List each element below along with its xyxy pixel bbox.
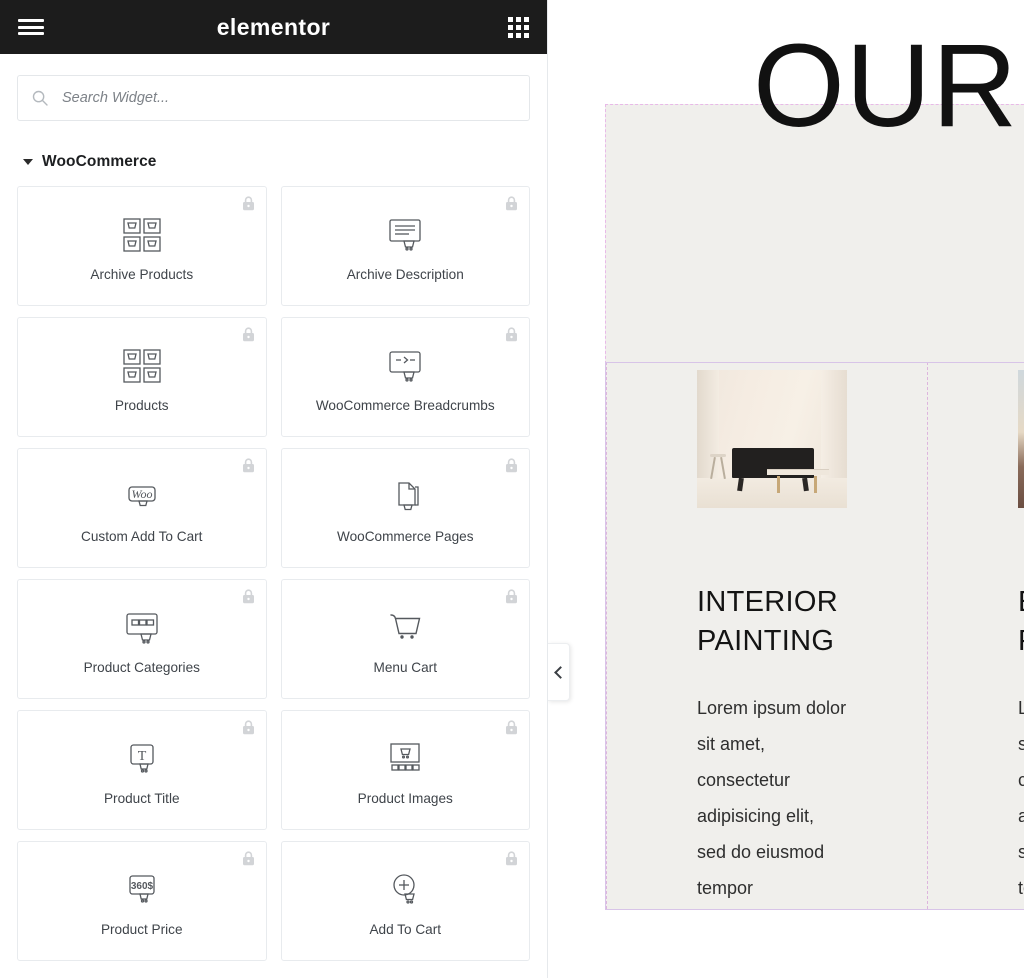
elementor-logo-text: elementor — [216, 13, 331, 40]
hamburger-menu-icon[interactable] — [18, 17, 44, 37]
widget-card-product-price[interactable]: 360$ Product Price — [17, 841, 267, 961]
lock-icon — [242, 196, 254, 211]
widget-label: Archive Description — [346, 266, 464, 282]
lock-icon — [242, 458, 254, 473]
column-paragraph: Lorem ipsum dolor sit amet, consectetur … — [697, 698, 847, 898]
price-tag-icon: 360$ — [120, 864, 164, 916]
shopping-cart-icon — [383, 602, 427, 654]
svg-text:360$: 360$ — [131, 881, 154, 892]
column-exterior-painting[interactable]: EXTERIOR PAINTING Lorem ipsum dolor sit … — [928, 362, 1024, 909]
svg-text:Woo: Woo — [131, 487, 152, 501]
widget-label: Products — [114, 397, 169, 413]
add-to-cart-icon — [383, 864, 427, 916]
breadcrumbs-icon — [383, 340, 427, 392]
widget-grid: Archive Products Archive Description Pro… — [17, 186, 530, 961]
lock-icon — [506, 196, 517, 211]
widget-label: Product Title — [103, 790, 180, 806]
section-header-woocommerce[interactable]: WooCommerce — [17, 153, 530, 171]
lock-icon — [506, 327, 517, 342]
column-paragraph: Lorem ipsum dolor sit amet, consectetur … — [1018, 698, 1024, 898]
widget-card-products[interactable]: Products — [17, 317, 267, 437]
section-services[interactable]: INTERIOR PAINTING Lorem ipsum dolor sit … — [605, 362, 1024, 910]
widget-label: WooCommerce Pages — [337, 528, 474, 544]
product-categories-icon — [120, 602, 164, 654]
lock-icon — [506, 458, 517, 473]
search-input[interactable] — [17, 75, 530, 121]
apps-grid-icon[interactable] — [508, 16, 529, 38]
svg-text:T: T — [137, 749, 146, 764]
widget-card-woocommerce-pages[interactable]: WooCommerce Pages — [280, 448, 530, 568]
lock-icon — [242, 589, 254, 604]
pages-icon — [383, 471, 427, 523]
widget-label: Custom Add To Cart — [81, 528, 203, 544]
page-title: OUR — [753, 20, 1019, 152]
column-image-interior — [697, 370, 847, 508]
panel-header: elementor — [0, 0, 547, 54]
widget-label: Product Categories — [83, 659, 200, 675]
text-title-icon: T — [120, 733, 164, 785]
products-grid-icon — [120, 340, 164, 392]
panel-body: WooCommerce — [0, 54, 547, 978]
archive-description-icon — [383, 209, 427, 261]
chevron-left-icon — [553, 665, 567, 679]
lock-icon — [242, 720, 254, 735]
widget-card-product-images[interactable]: Product Images — [280, 710, 530, 830]
widget-card-woocommerce-breadcrumbs[interactable]: WooCommerce Breadcrumbs — [280, 317, 530, 437]
elementor-editor: elementor WooCommerce — [0, 0, 1024, 978]
widget-card-archive-products[interactable]: Archive Products — [17, 186, 267, 306]
widget-card-add-to-cart[interactable]: Add To Cart — [280, 841, 530, 961]
widget-card-menu-cart[interactable]: Menu Cart — [280, 579, 530, 699]
lock-icon — [242, 851, 254, 866]
column-heading: EXTERIOR PAINTING — [1018, 583, 1024, 660]
lock-icon — [506, 720, 517, 735]
editor-canvas: OUR INTERIOR PAINTING Lorem ipsum dolor … — [548, 0, 1024, 978]
archive-products-icon — [120, 209, 164, 261]
lock-icon — [506, 589, 517, 604]
widget-label: Product Images — [357, 790, 453, 806]
woo-logo-icon: Woo — [120, 471, 164, 523]
caret-down-icon — [23, 159, 33, 165]
product-images-icon — [383, 733, 427, 785]
widget-label: WooCommerce Breadcrumbs — [315, 397, 495, 413]
widget-label: Product Price — [100, 921, 183, 937]
widget-label: Menu Cart — [373, 659, 437, 675]
page-preview: OUR INTERIOR PAINTING Lorem ipsum dolor … — [548, 0, 1024, 978]
section-title: WooCommerce — [42, 153, 157, 170]
search-widget-wrap — [17, 75, 530, 121]
column-heading: INTERIOR PAINTING — [697, 586, 838, 657]
widget-card-custom-add-to-cart[interactable]: Woo Custom Add To Cart — [17, 448, 267, 568]
widgets-panel: elementor WooCommerce — [0, 0, 548, 978]
lock-icon — [242, 327, 254, 342]
widget-label: Add To Cart — [369, 921, 442, 937]
widget-card-product-categories[interactable]: Product Categories — [17, 579, 267, 699]
collapse-panel-button[interactable] — [548, 643, 570, 701]
lock-icon — [506, 851, 517, 866]
column-image-exterior — [1018, 370, 1024, 508]
widget-label: Archive Products — [90, 266, 194, 282]
widget-card-product-title[interactable]: T Product Title — [17, 710, 267, 830]
widget-card-archive-description[interactable]: Archive Description — [280, 186, 530, 306]
column-interior-painting[interactable]: INTERIOR PAINTING Lorem ipsum dolor sit … — [606, 362, 928, 909]
